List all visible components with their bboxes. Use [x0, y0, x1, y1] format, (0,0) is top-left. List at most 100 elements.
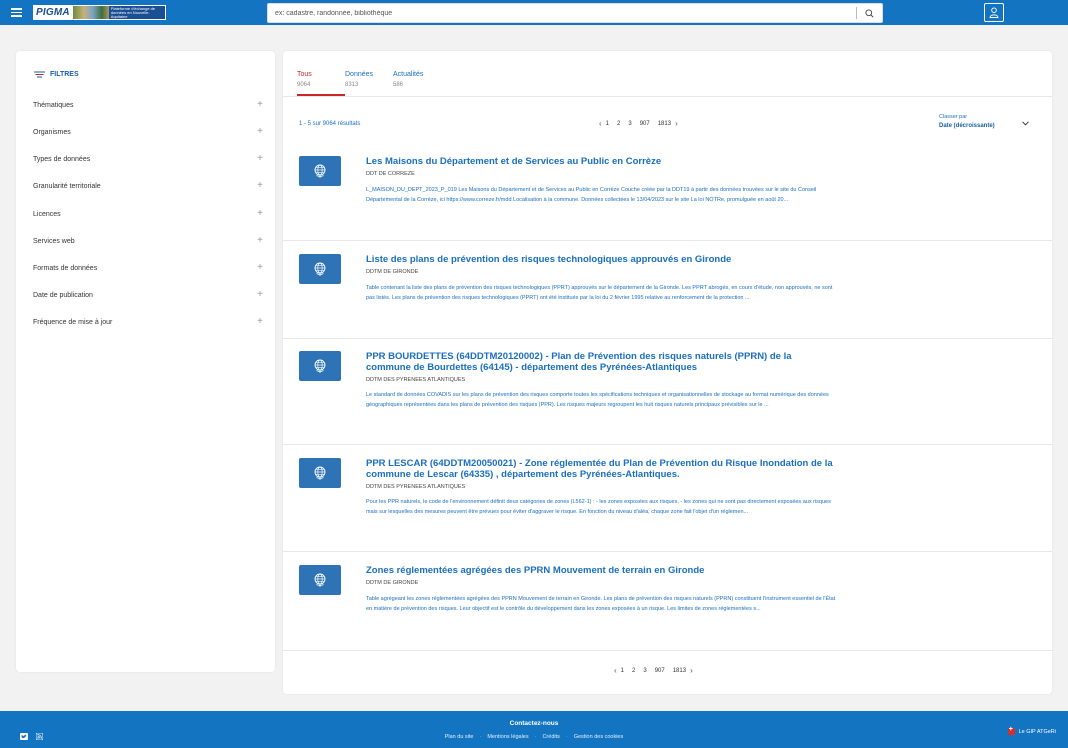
plus-icon[interactable]: + — [257, 317, 263, 327]
result-thumbnail[interactable] — [299, 458, 341, 488]
filter-label: Fréquence de mise à jour — [33, 318, 113, 326]
footer-link-plan-du-site[interactable]: Plan du site — [445, 734, 474, 740]
tab-label: Tous — [297, 71, 312, 78]
result-description: Le standard de données COVADIS sur les p… — [366, 392, 829, 408]
plus-icon[interactable]: + — [257, 100, 263, 110]
globe-icon — [314, 262, 326, 276]
pigma-logo[interactable]: PIGMA Plateforme d'échange de données en… — [33, 5, 166, 20]
result-organization: DDTM DES PYRENEES ATLANTIQUES — [366, 484, 466, 490]
page-link[interactable]: 1813 — [673, 668, 686, 674]
result-title[interactable]: PPR LESCAR (64DDTM20050021) - Zone régle… — [366, 458, 836, 480]
chevron-down-icon — [1022, 121, 1029, 126]
footer-link-mentions-legales[interactable]: Mentions légales — [487, 734, 528, 740]
search-input[interactable] — [268, 9, 856, 17]
tab-actualites[interactable]: Actualités 586 — [393, 71, 423, 88]
result-title[interactable]: Les Maisons du Département et de Service… — [366, 156, 836, 167]
tab-label: Actualités — [393, 71, 424, 78]
page-link[interactable]: 2 — [632, 668, 635, 674]
page-link[interactable]: 3 — [643, 668, 646, 674]
filters-heading: FILTRES — [34, 71, 79, 78]
page-link[interactable]: 3 — [628, 121, 631, 127]
result-item: Liste des plans de prévention des risque… — [283, 241, 1052, 339]
page-link[interactable]: 1813 — [658, 121, 671, 127]
swiss-flag-icon — [1007, 726, 1015, 735]
result-item: Les Maisons du Département et de Service… — [283, 146, 1052, 241]
chevron-left-icon[interactable]: ‹ — [614, 666, 617, 675]
search-bar — [267, 3, 883, 23]
link-separator: · — [534, 734, 537, 740]
page-link[interactable]: 907 — [640, 121, 650, 127]
result-description: Table contenant la liste des plans de pr… — [366, 285, 833, 301]
top-header: PIGMA Plateforme d'échange de données en… — [0, 0, 1068, 25]
chevron-left-icon[interactable]: ‹ — [599, 119, 602, 128]
page-link[interactable]: 1 — [606, 121, 609, 127]
footer-link-gestion-cookies[interactable]: Gestion des cookies — [574, 734, 624, 740]
hamburger-icon[interactable] — [11, 8, 22, 17]
filter-types-donnees[interactable]: Types de données + — [33, 152, 263, 166]
globe-icon — [314, 573, 326, 587]
result-thumbnail[interactable] — [299, 156, 341, 186]
result-item: PPR BOURDETTES (64DDTM20120002) - Plan d… — [283, 339, 1052, 445]
gip-label: Le GIP ATGeRi — [1018, 728, 1056, 735]
filter-thematiques[interactable]: Thématiques + — [33, 98, 263, 112]
tab-count: 586 — [393, 82, 404, 88]
footer-link-credits[interactable]: Crédits — [542, 734, 559, 740]
sort-dropdown[interactable]: Classer par Date (décroissante) — [939, 114, 1029, 129]
plus-icon[interactable]: + — [257, 290, 263, 300]
page-link[interactable]: 2 — [617, 121, 620, 127]
filter-formats[interactable]: Formats de données + — [33, 261, 263, 275]
tab-bar: Tous 9064 Données 8313 Actualités 586 — [283, 51, 1052, 97]
filters-title: FILTRES — [50, 71, 79, 78]
link-separator: · — [479, 734, 482, 740]
plus-icon[interactable]: + — [257, 154, 263, 164]
gip-atgeri-link[interactable]: Le GIP ATGeRi — [1007, 726, 1056, 735]
result-description: Pour les PPR naturels, le code de l'envi… — [366, 499, 831, 515]
tab-donnees[interactable]: Données 8313 — [345, 71, 373, 88]
result-description: Table agrégeant les zones réglementées a… — [366, 596, 836, 612]
result-thumbnail[interactable] — [299, 351, 341, 381]
result-title[interactable]: Zones réglementées agrégées des PPRN Mou… — [366, 565, 836, 576]
result-description: L_MAISON_DU_DEPT_2023_P_019 Les Maisons … — [366, 187, 817, 203]
plus-icon[interactable]: + — [257, 181, 263, 191]
result-organization: DDTM DE GIRONDE — [366, 580, 419, 586]
filter-licences[interactable]: Licences + — [33, 207, 263, 221]
user-account-button[interactable] — [984, 3, 1004, 22]
filter-label: Services web — [33, 237, 75, 245]
filter-granularite[interactable]: Granularité territoriale + — [33, 179, 263, 193]
plus-icon[interactable]: + — [257, 263, 263, 273]
footer-links: Plan du site · Mentions légales · Crédits · Ge… — [0, 734, 1068, 740]
result-title[interactable]: PPR BOURDETTES (64DDTM20120002) - Plan d… — [366, 351, 836, 373]
filter-label: Granularité territoriale — [33, 182, 101, 190]
page-link[interactable]: 1 — [621, 668, 624, 674]
filter-frequence[interactable]: Fréquence de mise à jour + — [33, 315, 263, 329]
contact-link[interactable]: Contactez-nous — [0, 720, 1068, 727]
logo-tagline: Plateforme d'échange de données en Nouve… — [108, 6, 165, 19]
filter-date-publication[interactable]: Date de publication + — [33, 288, 263, 302]
sort-value: Date (décroissante) — [939, 123, 995, 129]
filter-label: Thématiques — [33, 101, 74, 109]
logo-image — [72, 6, 109, 19]
filter-organismes[interactable]: Organismes + — [33, 125, 263, 139]
plus-icon[interactable]: + — [257, 209, 263, 219]
user-icon — [989, 7, 999, 18]
filter-label: Organismes — [33, 128, 71, 136]
plus-icon[interactable]: + — [257, 236, 263, 246]
result-thumbnail[interactable] — [299, 565, 341, 595]
chevron-right-icon[interactable]: › — [675, 119, 678, 128]
plus-icon[interactable]: + — [257, 127, 263, 137]
result-organization: DDTM DE GIRONDE — [366, 269, 419, 275]
tab-count: 8313 — [345, 82, 359, 88]
search-button[interactable] — [857, 4, 882, 22]
tab-tous[interactable]: Tous 9064 — [297, 71, 312, 88]
site-footer: Contactez-nous Plan du site · Mentions lég… — [0, 711, 1068, 748]
sort-label: Classer par — [939, 114, 968, 120]
result-title[interactable]: Liste des plans de prévention des risque… — [366, 254, 836, 265]
filter-services-web[interactable]: Services web + — [33, 234, 263, 248]
result-thumbnail[interactable] — [299, 254, 341, 284]
chevron-right-icon[interactable]: › — [690, 666, 693, 675]
search-icon — [865, 8, 874, 17]
filter-label: Types de données — [33, 155, 91, 163]
page-link[interactable]: 907 — [655, 668, 665, 674]
results-count: 1 - 5 sur 9064 résultats — [299, 121, 361, 127]
results-panel: Tous 9064 Données 8313 Actualités 586 1 … — [283, 51, 1052, 694]
